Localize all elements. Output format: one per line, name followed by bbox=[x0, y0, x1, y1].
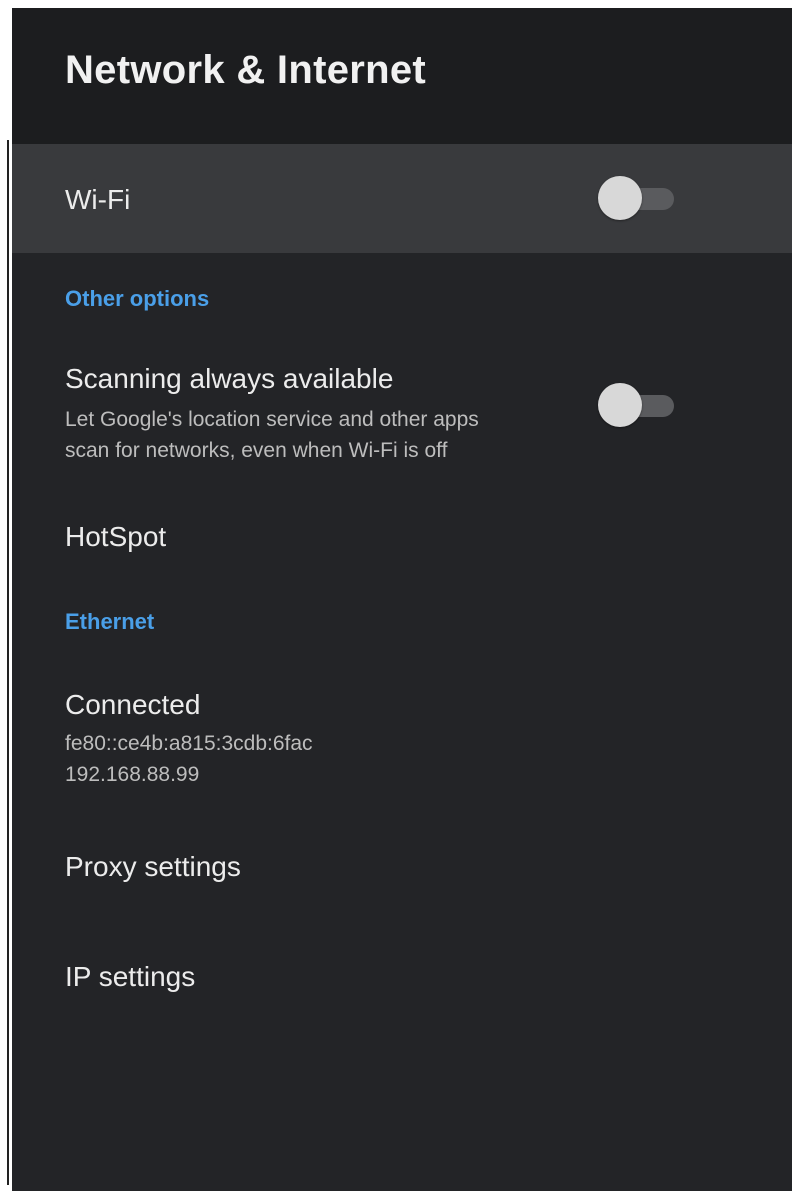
page-title: Network & Internet bbox=[65, 48, 427, 92]
wifi-row[interactable]: Wi-Fi bbox=[12, 144, 792, 253]
scanning-always-available-row[interactable]: Scanning always available Let Google's l… bbox=[12, 363, 792, 483]
other-options-header: Other options bbox=[65, 286, 210, 311]
scanning-description-line1: Let Google's location service and other … bbox=[65, 408, 479, 431]
hotspot-label: HotSpot bbox=[65, 521, 167, 552]
ip-settings-label: IP settings bbox=[65, 961, 196, 992]
ethernet-status-row[interactable]: Connected fe80::ce4b:a815:3cdb:6fac 192.… bbox=[12, 689, 792, 799]
scanning-description-line2: scan for networks, even when Wi-Fi is of… bbox=[65, 439, 448, 462]
proxy-settings-label: Proxy settings bbox=[65, 851, 241, 882]
ethernet-header: Ethernet bbox=[65, 609, 155, 634]
network-settings-panel: Network & Internet Wi-Fi Other options S… bbox=[12, 8, 792, 1191]
ethernet-status-title: Connected bbox=[65, 689, 201, 720]
ip-settings-row[interactable]: IP settings bbox=[12, 961, 792, 1001]
ethernet-ipv6-address: fe80::ce4b:a815:3cdb:6fac bbox=[65, 732, 313, 755]
ethernet-ipv4-address: 192.168.88.99 bbox=[65, 763, 200, 786]
scanning-toggle-thumb bbox=[598, 383, 642, 427]
page-header: Network & Internet bbox=[12, 8, 792, 144]
wifi-toggle[interactable] bbox=[598, 176, 674, 220]
scanning-title: Scanning always available bbox=[65, 363, 394, 394]
scanning-toggle[interactable] bbox=[598, 383, 674, 427]
left-edge-divider bbox=[7, 140, 9, 1185]
wifi-toggle-thumb bbox=[598, 176, 642, 220]
hotspot-row[interactable]: HotSpot bbox=[12, 521, 792, 561]
wifi-label: Wi-Fi bbox=[65, 184, 131, 215]
proxy-settings-row[interactable]: Proxy settings bbox=[12, 851, 792, 891]
